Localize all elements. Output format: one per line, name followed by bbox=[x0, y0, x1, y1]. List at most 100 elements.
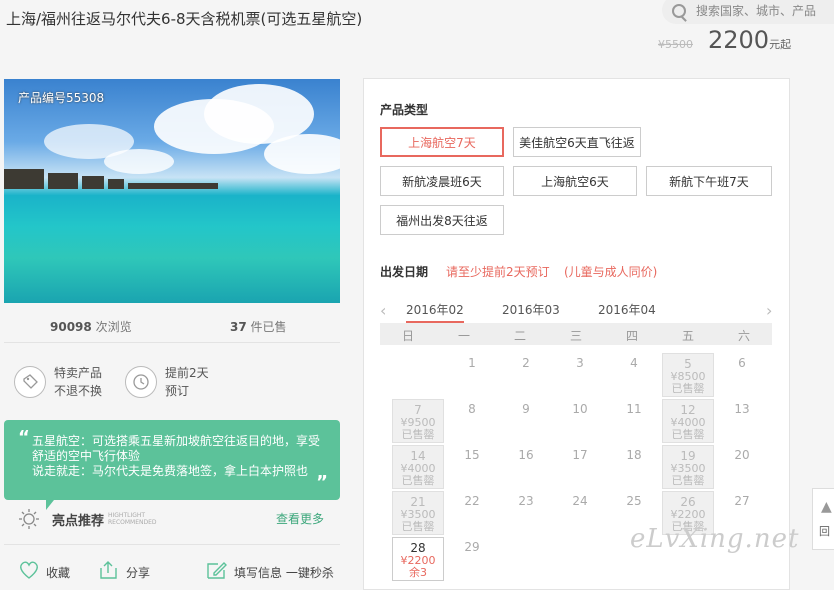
calendar-day[interactable]: 12 ¥4000 已售罄 bbox=[662, 399, 714, 443]
feature-line1: 提前2天 bbox=[165, 366, 209, 380]
search-box[interactable]: 搜索国家、城市、产品 bbox=[662, 0, 834, 24]
water-villas bbox=[4, 167, 219, 189]
calendar-day[interactable]: 7 ¥9500 已售罄 bbox=[392, 399, 444, 443]
day-number: 10 bbox=[572, 402, 588, 416]
day-number: 11 bbox=[626, 402, 642, 416]
sold-label: 件已售 bbox=[250, 320, 287, 334]
weekday-label: 日 bbox=[401, 329, 414, 343]
day-number: 7 bbox=[414, 403, 422, 417]
day-number: 22 bbox=[464, 494, 480, 508]
day-status: 余3 bbox=[409, 566, 427, 579]
calendar-day: 15 bbox=[446, 445, 498, 489]
day-status: 已售罄 bbox=[671, 428, 705, 441]
calendar-day[interactable]: 5 ¥8500 已售罄 bbox=[662, 353, 714, 397]
weekday-header: 日 一 二 三 四 五 六 bbox=[380, 323, 772, 345]
prev-month-icon[interactable]: ‹ bbox=[380, 301, 386, 320]
option-sq-afternoon-7[interactable]: 新航下午班7天 bbox=[646, 166, 772, 196]
highlight-text: 五星航空：可选搭乘五星新加坡航空往返目的地，享受舒适的空中飞行体验 说走就走：马… bbox=[32, 434, 321, 478]
original-price: ¥5500 bbox=[658, 38, 693, 51]
feature-line2: 预订 bbox=[165, 384, 190, 398]
search-icon bbox=[672, 4, 686, 18]
day-number: 1 bbox=[468, 356, 476, 370]
search-input[interactable]: 搜索国家、城市、产品 bbox=[696, 2, 816, 19]
share-label: 分享 bbox=[126, 566, 151, 580]
cloud-shape bbox=[264, 134, 340, 174]
day-number: 13 bbox=[734, 402, 750, 416]
day-number: 12 bbox=[680, 403, 696, 417]
option-meijia-6[interactable]: 美佳航空6天直飞往返 bbox=[513, 127, 641, 157]
next-month-icon[interactable]: › bbox=[766, 301, 772, 320]
day-number: 19 bbox=[680, 449, 696, 463]
option-shanghai-7[interactable]: 上海航空7天 bbox=[380, 127, 504, 157]
calendar-day: 1 bbox=[446, 353, 498, 397]
calendar-day[interactable]: 19 ¥3500 已售罄 bbox=[662, 445, 714, 489]
favorite-label: 收藏 bbox=[46, 566, 71, 580]
calendar-day[interactable]: 14 ¥4000 已售罄 bbox=[392, 445, 444, 489]
day-status: 已售罄 bbox=[401, 520, 435, 533]
day-number: 25 bbox=[626, 494, 642, 508]
tag-icon bbox=[14, 366, 46, 398]
calendar-day[interactable]: 21 ¥3500 已售罄 bbox=[392, 491, 444, 535]
recommend-subtitle: HIGHTLIGHT RECOMMENDED bbox=[108, 512, 157, 526]
calendar-day: 11 bbox=[608, 399, 660, 443]
day-number: 24 bbox=[572, 494, 588, 508]
calendar-day: 22 bbox=[446, 491, 498, 535]
page-title: 上海/福州往返马尔代夫6-8天含税机票(可选五星航空) bbox=[6, 10, 363, 28]
month-tab[interactable]: 2016年03 bbox=[502, 301, 560, 318]
weekday-label: 三 bbox=[569, 329, 582, 343]
quick-buy-label: 填写信息 一键秒杀 bbox=[234, 566, 334, 580]
calendar-day: 4 bbox=[608, 353, 660, 397]
divider bbox=[4, 544, 340, 545]
recommend-bar: 亮点推荐 HIGHTLIGHT RECOMMENDED 查看更多 bbox=[18, 506, 338, 530]
option-fuzhou-8[interactable]: 福州出发8天往返 bbox=[380, 205, 504, 235]
day-number: 5 bbox=[684, 357, 692, 371]
weekday-label: 四 bbox=[625, 329, 638, 343]
price-unit: 元起 bbox=[769, 38, 792, 51]
heart-icon bbox=[18, 560, 40, 583]
calendar-day: 16 bbox=[500, 445, 552, 489]
month-tab[interactable]: 2016年02 bbox=[406, 301, 464, 323]
calendar-day: 17 bbox=[554, 445, 606, 489]
close-quote-icon: ” bbox=[316, 472, 328, 493]
day-number: 15 bbox=[464, 448, 480, 462]
day-number: 17 bbox=[572, 448, 588, 462]
up-arrow-icon: ▲ bbox=[821, 499, 832, 515]
day-number: 29 bbox=[464, 540, 480, 554]
views-stat: 90098 次浏览 bbox=[50, 318, 132, 335]
calendar-day: 23 bbox=[500, 491, 552, 535]
month-selector: ‹ 2016年02 2016年03 2016年04 › bbox=[364, 301, 789, 323]
price-value: 2200 bbox=[708, 26, 770, 54]
calendar-day: 29 bbox=[446, 537, 498, 581]
advance-note: 请至少提前2天预订 bbox=[446, 265, 550, 279]
see-more-link[interactable]: 查看更多 bbox=[276, 510, 324, 527]
child-price-note: (儿童与成人同价) bbox=[564, 265, 658, 279]
calendar-day: 20 bbox=[716, 445, 768, 489]
back-to-top-label: 回 bbox=[819, 525, 830, 538]
option-shanghai-6[interactable]: 上海航空6天 bbox=[513, 166, 637, 196]
calendar-day: 13 bbox=[716, 399, 768, 443]
day-number: 3 bbox=[576, 356, 584, 370]
clock-icon bbox=[125, 366, 157, 398]
calendar-day[interactable]: 28 ¥2200 余3 bbox=[392, 537, 444, 581]
booking-panel: 产品类型 上海航空7天 美佳航空6天直飞往返 新航凌晨班6天 上海航空6天 新航… bbox=[363, 78, 790, 590]
day-number: 4 bbox=[630, 356, 638, 370]
edit-icon bbox=[206, 560, 228, 583]
back-to-top-button[interactable]: ▲ 回 bbox=[812, 488, 834, 550]
day-status: 已售罄 bbox=[671, 474, 705, 487]
calendar-day: 2 bbox=[500, 353, 552, 397]
share-icon bbox=[98, 560, 120, 583]
day-number: 2 bbox=[522, 356, 530, 370]
day-status: 已售罄 bbox=[401, 474, 435, 487]
highlight-box: “ 五星航空：可选搭乘五星新加坡航空往返目的地，享受舒适的空中飞行体验 说走就走… bbox=[4, 420, 340, 500]
watermark: eLvXing.net bbox=[630, 524, 800, 554]
views-label: 次浏览 bbox=[95, 320, 132, 334]
calendar-day: 8 bbox=[446, 399, 498, 443]
option-sq-early-6[interactable]: 新航凌晨班6天 bbox=[380, 166, 504, 196]
views-count: 90098 bbox=[50, 320, 92, 334]
month-tab[interactable]: 2016年04 bbox=[598, 301, 656, 318]
day-number: 27 bbox=[734, 494, 750, 508]
product-photo: 产品编号55308 bbox=[4, 79, 340, 303]
weekday-label: 六 bbox=[737, 329, 750, 343]
day-number: 28 bbox=[410, 541, 426, 555]
day-status: 已售罄 bbox=[671, 382, 705, 395]
